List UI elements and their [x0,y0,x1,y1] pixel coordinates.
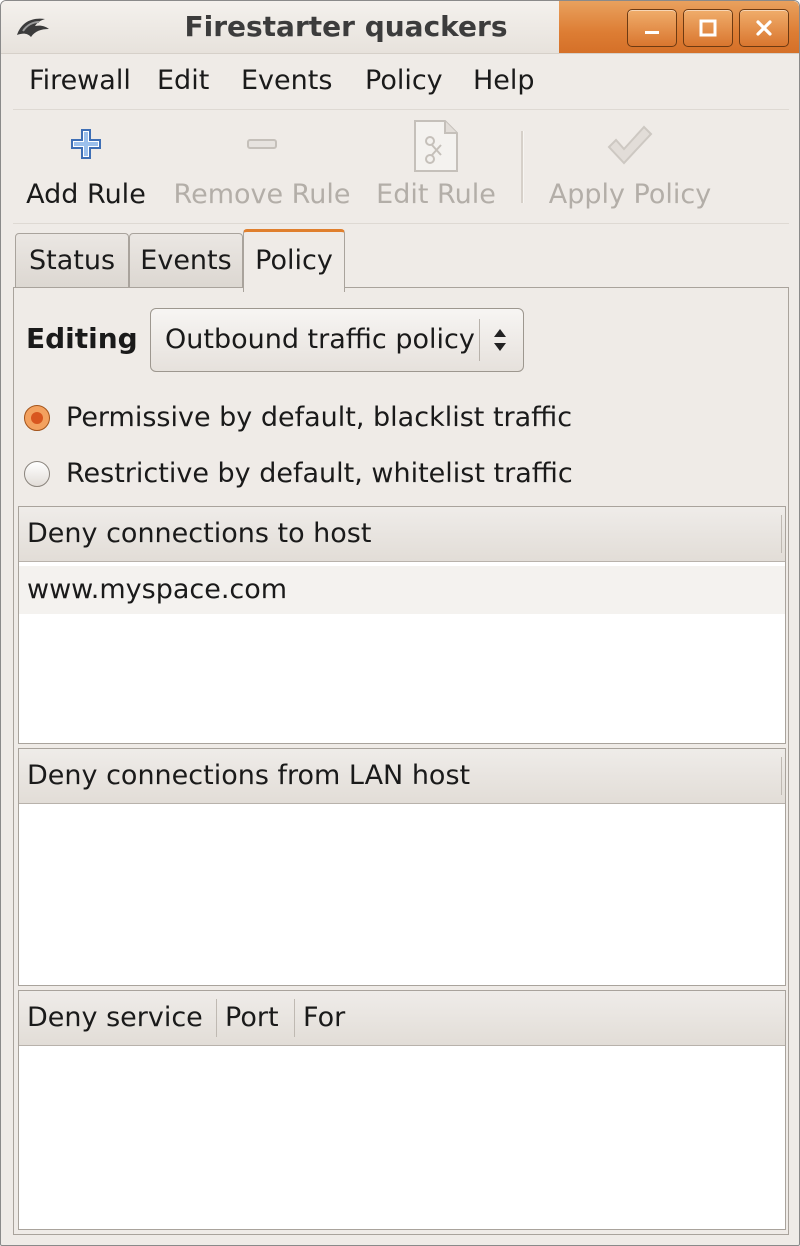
policy-selector[interactable]: Outbound traffic policy [150,308,524,372]
editing-label: Editing [26,322,138,355]
edit-rule-button[interactable]: Edit Rule [373,119,499,219]
deny-service-list[interactable]: Deny service Port For [18,990,786,1230]
remove-rule-label: Remove Rule [173,179,351,210]
policy-selector-value: Outbound traffic policy [165,324,475,355]
apply-policy-button[interactable]: Apply Policy [543,119,717,219]
restrictive-label: Restrictive by default, whitelist traffi… [66,458,573,489]
permissive-label: Permissive by default, blacklist traffic [66,402,573,433]
menu-bar: Firewall Edit Events Policy Help [13,53,789,110]
checkmark-icon [606,123,654,171]
tab-status[interactable]: Status [15,233,129,288]
deny-hosts-column[interactable]: Deny connections to host [19,507,781,561]
column-divider [781,757,782,795]
toolbar: Add Rule Remove Rule Edit Rule Apply Pol… [13,113,789,224]
minimize-button[interactable] [627,9,677,47]
edit-rule-label: Edit Rule [376,179,496,210]
deny-hosts-header: Deny connections to host [19,507,785,562]
permissive-radio[interactable] [24,405,50,431]
deny-lan-list[interactable]: Deny connections from LAN host [18,748,786,986]
restrictive-radio-option[interactable]: Restrictive by default, whitelist traffi… [24,454,624,494]
menu-help[interactable]: Help [473,65,535,97]
deny-service-column[interactable]: Deny service [19,991,215,1045]
notebook-tabs: Status Events Policy [13,229,789,292]
toolbar-separator [521,131,524,203]
deny-lan-header: Deny connections from LAN host [19,749,785,804]
menu-policy[interactable]: Policy [365,65,443,97]
document-edit-icon [413,119,459,177]
column-divider [781,515,782,553]
tab-policy[interactable]: Policy [243,229,345,292]
close-button[interactable] [739,9,789,47]
permissive-radio-option[interactable]: Permissive by default, blacklist traffic [24,398,624,438]
title-bar[interactable]: Firestarter quackers [1,1,799,54]
apply-policy-label: Apply Policy [548,179,712,210]
menu-edit[interactable]: Edit [157,65,209,97]
up-down-arrows-icon [491,325,509,359]
minimize-icon [645,31,659,34]
maximize-button[interactable] [683,9,733,47]
close-icon [756,20,772,36]
minus-icon [245,127,279,165]
menu-events[interactable]: Events [241,65,332,97]
policy-panel: Editing Outbound traffic policy Permissi… [13,287,789,1235]
restrictive-radio[interactable] [24,461,50,487]
list-item[interactable]: www.myspace.com [19,566,785,614]
window-controls [559,1,799,53]
menu-firewall[interactable]: Firewall [29,65,131,97]
plus-icon [69,127,103,165]
add-rule-button[interactable]: Add Rule [21,119,151,219]
port-column[interactable]: Port [217,991,295,1045]
deny-service-header: Deny service Port For [19,991,785,1046]
combo-separator [479,319,480,361]
add-rule-label: Add Rule [26,179,146,210]
deny-lan-column[interactable]: Deny connections from LAN host [19,749,781,803]
remove-rule-button[interactable]: Remove Rule [171,119,353,219]
for-column[interactable]: For [295,991,495,1045]
tab-events[interactable]: Events [129,233,243,288]
maximize-icon [699,19,717,37]
deny-hosts-list[interactable]: Deny connections to host www.myspace.com [18,506,786,744]
firestarter-window: Firestarter quackers Firewall Edit Event… [0,0,800,1246]
